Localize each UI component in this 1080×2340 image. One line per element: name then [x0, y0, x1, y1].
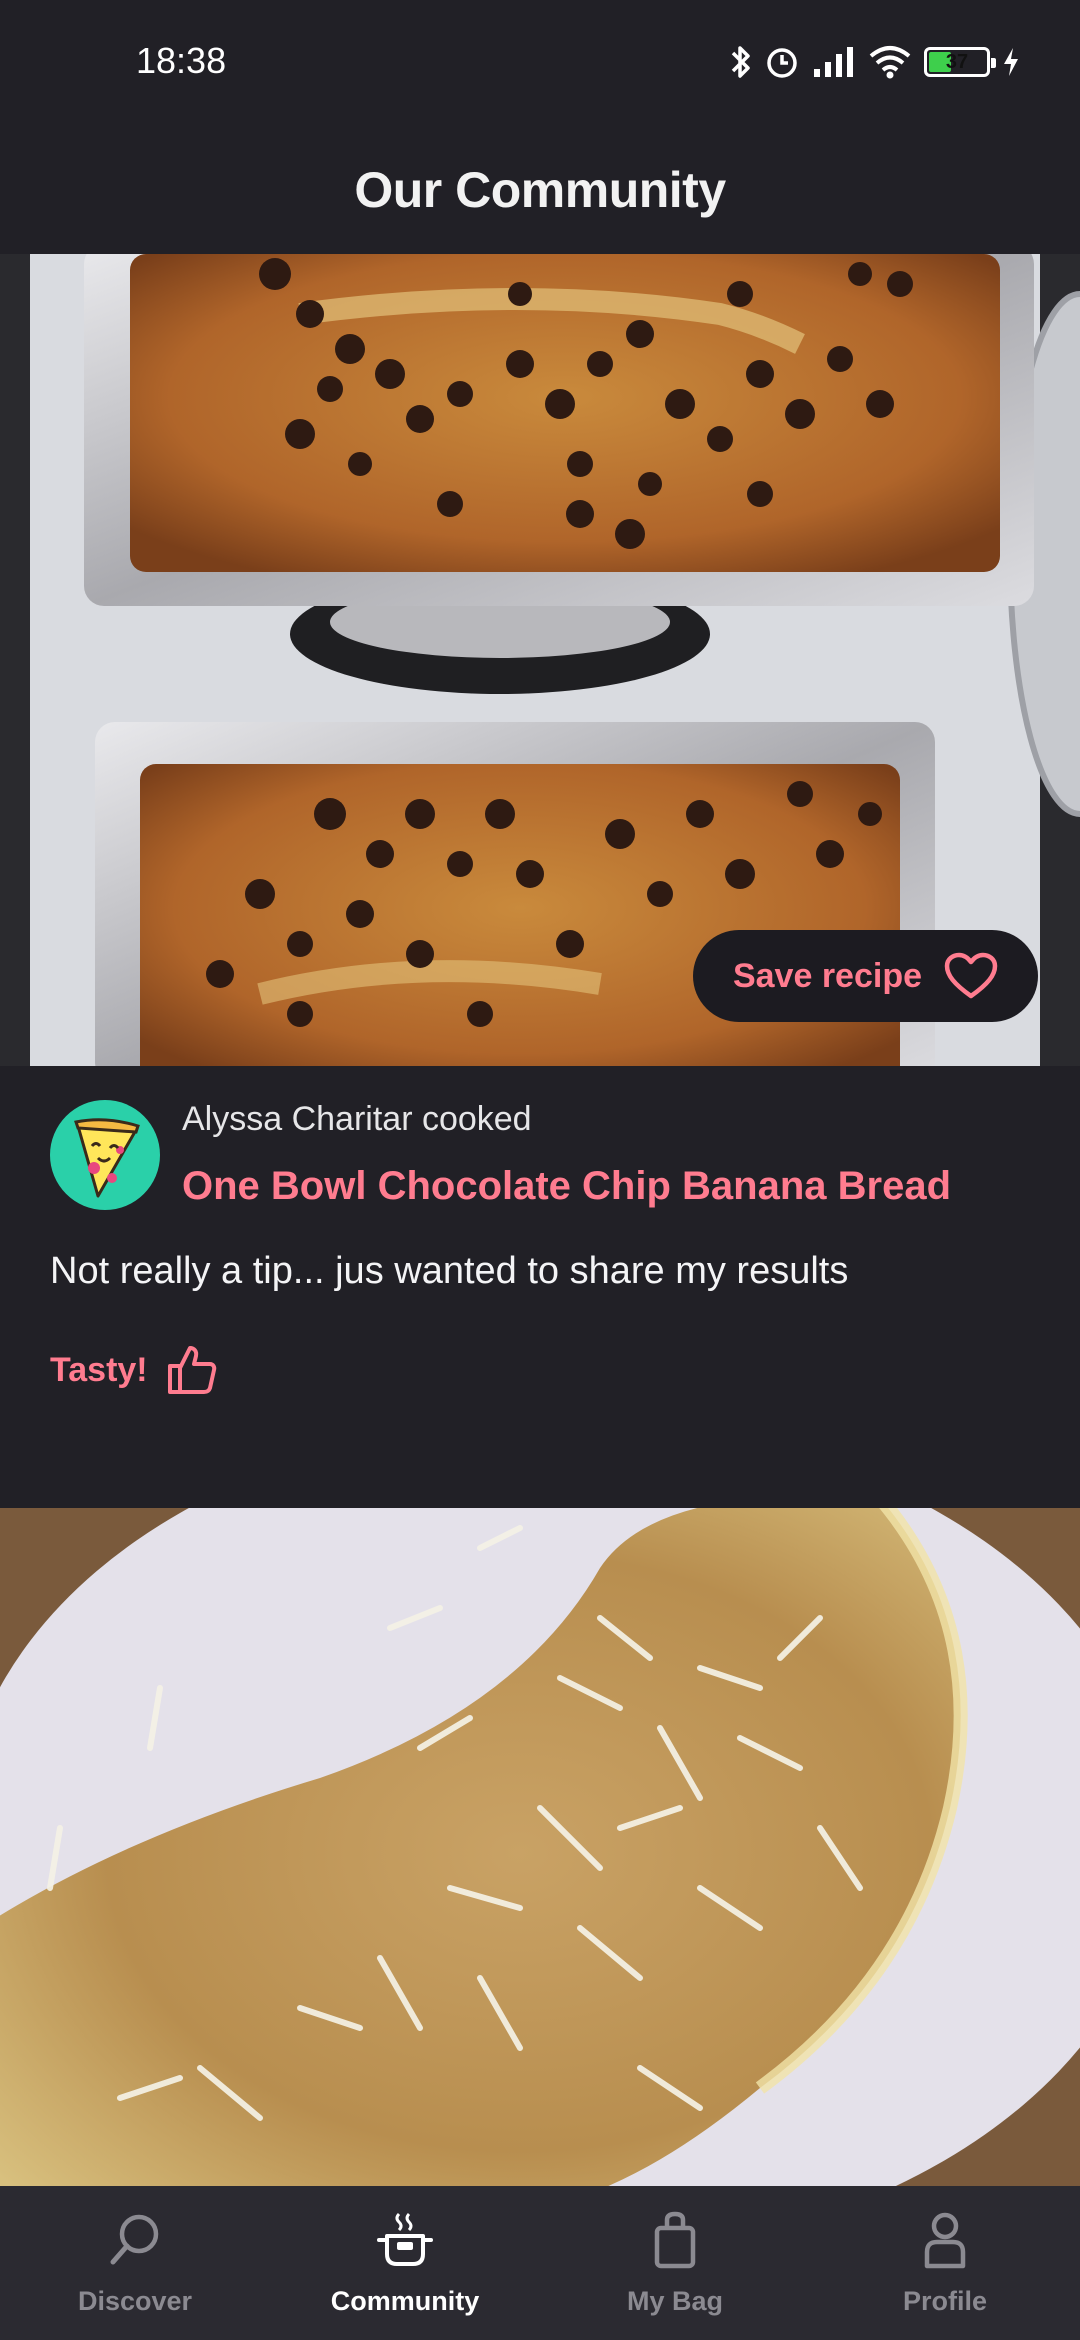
app-header: Our Community: [0, 126, 1080, 254]
tip-text: Not really a tip... jus wanted to share …: [50, 1250, 849, 1292]
wifi-icon: [869, 46, 911, 79]
post-photo[interactable]: Save recipe: [0, 254, 1080, 1066]
heart-icon: [944, 952, 998, 999]
nav-profile[interactable]: Profile: [810, 2186, 1080, 2340]
post-card: Alyssa Charitar cooked One Bowl Chocolat…: [0, 1066, 1080, 1508]
signal-icon: [814, 47, 853, 77]
author-line: Alyssa Charitar cooked: [182, 1100, 532, 1138]
recipe-title-link[interactable]: One Bowl Chocolate Chip Banana Bread: [182, 1164, 951, 1209]
nav-my-bag[interactable]: My Bag: [540, 2186, 810, 2340]
nav-discover[interactable]: Discover: [0, 2186, 270, 2340]
battery-level: 37: [945, 50, 969, 73]
nav-label: Community: [330, 2286, 480, 2316]
bottom-navigation: Discover Community My Bag Profile: [0, 2186, 1080, 2340]
status-time: 18:38: [136, 40, 227, 81]
nav-community[interactable]: Community: [270, 2186, 540, 2340]
omelette-photo: [0, 1508, 1080, 2186]
thumbs-up-icon: [167, 1346, 216, 1394]
nav-label: Profile: [902, 2286, 988, 2316]
cooking-pot-icon: [377, 2212, 433, 2266]
tasty-reaction[interactable]: Tasty!: [50, 1344, 218, 1396]
battery-indicator: 37: [924, 47, 996, 77]
shopping-bag-icon: [654, 2211, 696, 2269]
nav-label: My Bag: [626, 2286, 724, 2316]
save-recipe-button[interactable]: Save recipe: [692, 930, 1038, 1022]
status-bar: 18:38 37: [0, 0, 1080, 126]
pizza-icon: [74, 1118, 140, 1198]
page-title: Our Community: [354, 162, 726, 218]
bluetooth-icon: [731, 46, 750, 78]
person-icon: [924, 2212, 966, 2269]
post-photo[interactable]: [0, 1508, 1080, 2186]
community-feed[interactable]: Save recipe Alyssa Charitar cooked One B…: [0, 254, 1080, 2186]
nav-label: Discover: [77, 2286, 193, 2316]
tasty-label: Tasty!: [50, 1350, 148, 1389]
save-recipe-label: Save recipe: [732, 956, 922, 995]
charging-icon: [1004, 48, 1018, 76]
avatar[interactable]: [50, 1100, 160, 1210]
search-icon: [110, 2214, 159, 2265]
status-icons: 37: [730, 42, 1020, 82]
alarm-icon: [767, 48, 797, 78]
